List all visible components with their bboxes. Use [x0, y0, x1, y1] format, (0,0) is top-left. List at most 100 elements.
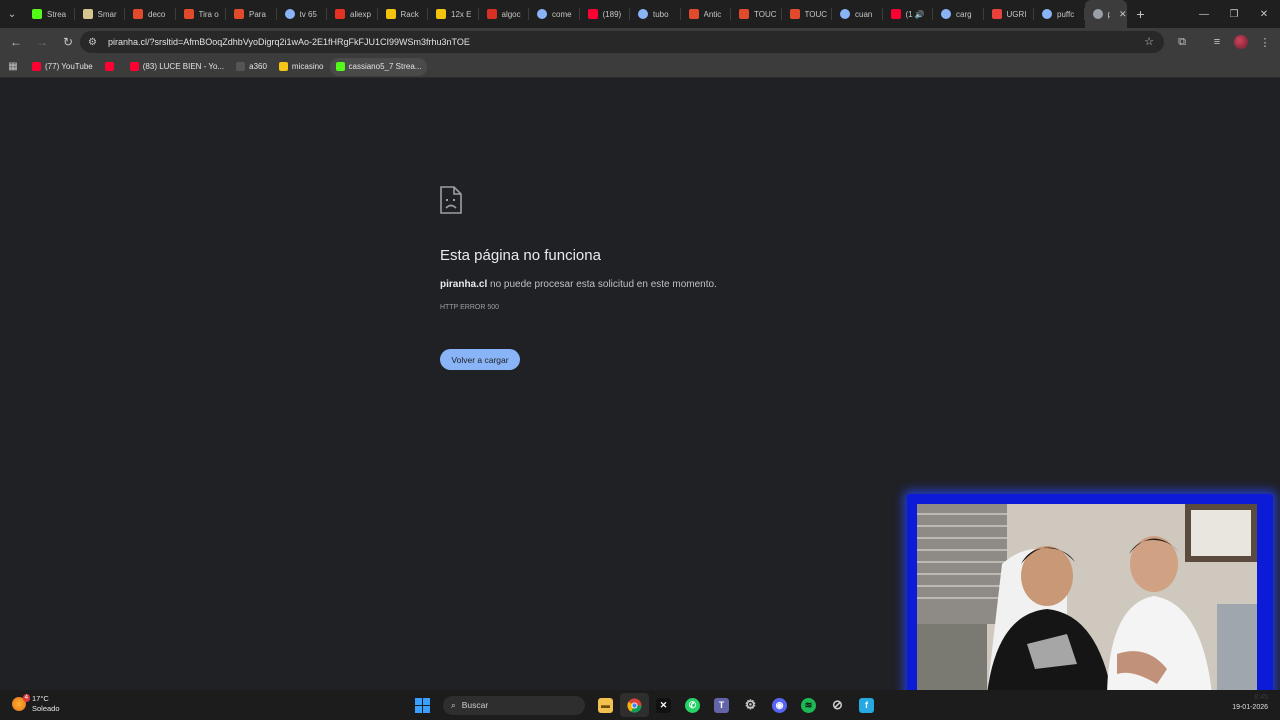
- bookmark-label: a360: [249, 62, 267, 71]
- bookmark-0[interactable]: (77) YouTube: [26, 58, 99, 76]
- app-f-icon[interactable]: f: [852, 693, 881, 717]
- tab-4[interactable]: Para: [226, 0, 277, 28]
- tab-5[interactable]: tv 65: [277, 0, 328, 28]
- tab-1[interactable]: Smar: [75, 0, 126, 28]
- tab-6[interactable]: aliexp: [327, 0, 378, 28]
- tab-label: UGRI: [1006, 9, 1027, 19]
- tab-15[interactable]: TOUC: [782, 0, 833, 28]
- minimize-button[interactable]: —: [1188, 0, 1220, 28]
- media-control-icon[interactable]: ≡: [1205, 30, 1229, 54]
- weather-temperature: 17°C: [32, 694, 49, 703]
- search-placeholder: Buscar: [461, 700, 489, 710]
- ml-icon: [385, 9, 396, 19]
- error-message: piranha.cl no puede procesar esta solici…: [440, 279, 717, 290]
- spotify-icon[interactable]: ≋: [794, 693, 823, 717]
- google-icon: [1042, 9, 1052, 19]
- close-window-button[interactable]: ✕: [1248, 0, 1280, 28]
- weather-widget[interactable]: 4 17°C Soleado: [12, 694, 60, 714]
- windows-logo-icon: [415, 697, 430, 713]
- bookmark-3[interactable]: a360: [230, 58, 273, 76]
- tab-0[interactable]: Strea: [24, 0, 75, 28]
- bookmark-favicon-icon: [32, 62, 41, 71]
- tab-10[interactable]: come: [529, 0, 580, 28]
- webcam-overlay: [907, 494, 1273, 700]
- tab-13[interactable]: Antic: [681, 0, 732, 28]
- start-button[interactable]: [408, 693, 437, 717]
- teams-icon[interactable]: T: [707, 693, 736, 717]
- tab-label: Strea: [47, 9, 67, 19]
- whatsapp-icon[interactable]: ✆: [678, 693, 707, 717]
- tab-label: p: [1107, 9, 1110, 19]
- bookmark-4[interactable]: micasino: [273, 58, 330, 76]
- tab-7[interactable]: Rack: [378, 0, 429, 28]
- tab-12[interactable]: tubo: [630, 0, 681, 28]
- menu-kebab-icon[interactable]: ⋮: [1253, 30, 1277, 54]
- tab-strip: ⌄ Strea Smar deco Tira o Para tv 65 aliexp Rack…: [0, 0, 1280, 28]
- address-bar[interactable]: ⚙ piranha.cl/?srsltid=AfmBOoqZdhbVyoDigr…: [80, 31, 1164, 53]
- tab-8[interactable]: 12x E: [428, 0, 479, 28]
- tab-label: tv 65: [299, 9, 317, 19]
- apps-grid-icon[interactable]: ▦: [0, 61, 26, 72]
- chrome-icon[interactable]: [620, 693, 649, 717]
- reload-icon[interactable]: ↻: [56, 30, 80, 54]
- taskbar-search[interactable]: ⌕ Buscar: [443, 695, 585, 715]
- bookmark-favicon-icon: [236, 62, 246, 71]
- tab-label: come: [552, 9, 572, 19]
- kick-icon: [32, 9, 42, 19]
- tab-19[interactable]: UGRI: [984, 0, 1035, 28]
- forward-button[interactable]: →: [30, 30, 54, 54]
- tab-3[interactable]: Tira o: [176, 0, 227, 28]
- back-button[interactable]: ←: [4, 30, 28, 54]
- restore-button[interactable]: ❐: [1218, 0, 1250, 28]
- profile-avatar[interactable]: [1229, 30, 1253, 54]
- windows-taskbar: 4 17°C Soleado ⌕ Buscar ▬ ✕ ✆ T ⚙ ◉ ≋ ⊘ …: [0, 690, 1280, 720]
- steam-icon[interactable]: ⊘: [823, 693, 852, 717]
- tab-label: cuan: [855, 9, 873, 19]
- bookmark-favicon-icon: [104, 62, 114, 71]
- google-icon: [941, 9, 951, 19]
- bookmark-label: (83) LUCE BIEN - Yo...: [142, 62, 225, 71]
- tab-14[interactable]: TOUC: [731, 0, 782, 28]
- tab-21[interactable]: p ✕: [1084, 0, 1127, 28]
- generic-red-icon: [486, 9, 497, 19]
- tab-16[interactable]: cuan: [832, 0, 883, 28]
- capcut-icon[interactable]: ✕: [649, 693, 678, 717]
- tab-17[interactable]: (1 🔊: [883, 0, 934, 28]
- tab-label: Smar: [97, 9, 117, 19]
- aliexpress-icon: [335, 9, 345, 19]
- tab-label: algoc: [501, 9, 521, 19]
- tab-label: carg: [956, 9, 972, 19]
- error-host: piranha.cl: [440, 279, 488, 290]
- sun-icon: 4: [12, 694, 30, 711]
- tab-11[interactable]: (189): [580, 0, 631, 28]
- bookmark-2[interactable]: (83) LUCE BIEN - Yo...: [124, 58, 230, 76]
- discord-icon[interactable]: ◉: [765, 693, 794, 717]
- site-info-icon[interactable]: ⚙: [88, 37, 102, 48]
- bookmark-label: (77) YouTube: [45, 62, 93, 71]
- tab-label: TOUC: [754, 9, 777, 19]
- bookmark-favicon-icon: [335, 62, 345, 71]
- reload-button[interactable]: Volver a cargar: [440, 349, 520, 370]
- tab-label: deco: [148, 9, 166, 19]
- tab-2[interactable]: deco: [125, 0, 176, 28]
- tab-search-chevron-icon[interactable]: ⌄: [0, 0, 24, 28]
- close-tab-icon[interactable]: ✕: [1119, 9, 1127, 20]
- url-text[interactable]: piranha.cl/?srsltid=AfmBOoqZdhbVyoDigrq2…: [108, 37, 470, 47]
- extensions-icon[interactable]: ⧉: [1170, 30, 1194, 54]
- bookmark-1[interactable]: [99, 58, 124, 76]
- tab-20[interactable]: puffc: [1034, 0, 1085, 28]
- bookmark-label: cassiano5_7 Strea...: [348, 62, 422, 71]
- search-icon: ⌕: [451, 699, 456, 710]
- bookmark-star-icon[interactable]: ☆: [1144, 35, 1154, 48]
- bookmark-5[interactable]: cassiano5_7 Strea...: [329, 57, 428, 76]
- tab-label: TOUC: [804, 9, 828, 19]
- tab-18[interactable]: carg: [933, 0, 984, 28]
- youtube-icon: [890, 9, 901, 19]
- new-tab-button[interactable]: +: [1129, 0, 1153, 28]
- tab-label: Rack: [400, 9, 419, 19]
- file-explorer-icon[interactable]: ▬: [591, 693, 620, 717]
- sad-page-icon: [440, 186, 462, 214]
- tab-label: Para: [249, 9, 266, 19]
- settings-gear-icon[interactable]: ⚙: [736, 693, 765, 717]
- tab-9[interactable]: algoc: [479, 0, 530, 28]
